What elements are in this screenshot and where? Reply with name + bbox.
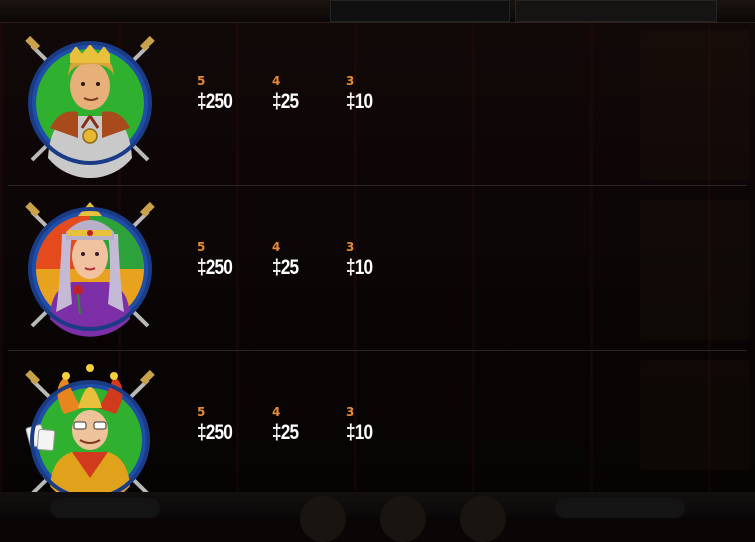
pay-3-of-a-kind: 3 ‡10 — [346, 405, 416, 445]
pay-count-label: 5 — [197, 240, 206, 254]
balance-display — [330, 0, 510, 22]
pay-count-label: 5 — [197, 405, 206, 419]
pay-value: ‡10 — [346, 90, 373, 113]
bottom-bar — [0, 492, 755, 542]
pay-value: ‡250 — [197, 256, 233, 279]
pay-4-of-a-kind: 4 ‡25 — [272, 240, 342, 280]
win-display — [555, 498, 685, 518]
jester-icon — [25, 364, 155, 505]
pay-3-of-a-kind: 3 ‡10 — [346, 240, 416, 280]
promo-button[interactable] — [515, 0, 717, 22]
pay-3-of-a-kind: 3 ‡10 — [346, 74, 416, 114]
paytable-row-queen: 5 ‡250 4 ‡25 3 ‡10 — [0, 188, 755, 353]
control-button[interactable] — [460, 496, 506, 542]
top-bar — [0, 0, 755, 23]
pay-count-label: 4 — [272, 405, 281, 419]
pay-count-label: 3 — [346, 240, 355, 254]
pay-value: ‡25 — [272, 421, 299, 444]
pay-4-of-a-kind: 4 ‡25 — [272, 74, 342, 114]
king-icon — [25, 35, 155, 178]
pay-count-label: 3 — [346, 405, 355, 419]
pay-value: ‡250 — [197, 90, 233, 113]
paytable-row-king: 5 ‡250 4 ‡25 3 ‡10 — [0, 22, 755, 187]
pay-value: ‡25 — [272, 256, 299, 279]
row-divider — [8, 350, 747, 351]
row-divider — [8, 185, 747, 186]
control-button[interactable] — [300, 496, 346, 542]
pay-value: ‡10 — [346, 256, 373, 279]
pay-count-label: 5 — [197, 74, 206, 88]
pay-value: ‡250 — [197, 421, 233, 444]
pay-count-label: 4 — [272, 240, 281, 254]
spin-button[interactable] — [380, 496, 426, 542]
pay-count-label: 3 — [346, 74, 355, 88]
pay-count-label: 4 — [272, 74, 281, 88]
pay-4-of-a-kind: 4 ‡25 — [272, 405, 342, 445]
pay-5-of-a-kind: 5 ‡250 — [197, 240, 267, 280]
pay-value: ‡25 — [272, 90, 299, 113]
pay-5-of-a-kind: 5 ‡250 — [197, 74, 267, 114]
queen-icon — [25, 201, 155, 337]
pay-value: ‡10 — [346, 421, 373, 444]
bet-display — [50, 498, 160, 518]
pay-5-of-a-kind: 5 ‡250 — [197, 405, 267, 445]
